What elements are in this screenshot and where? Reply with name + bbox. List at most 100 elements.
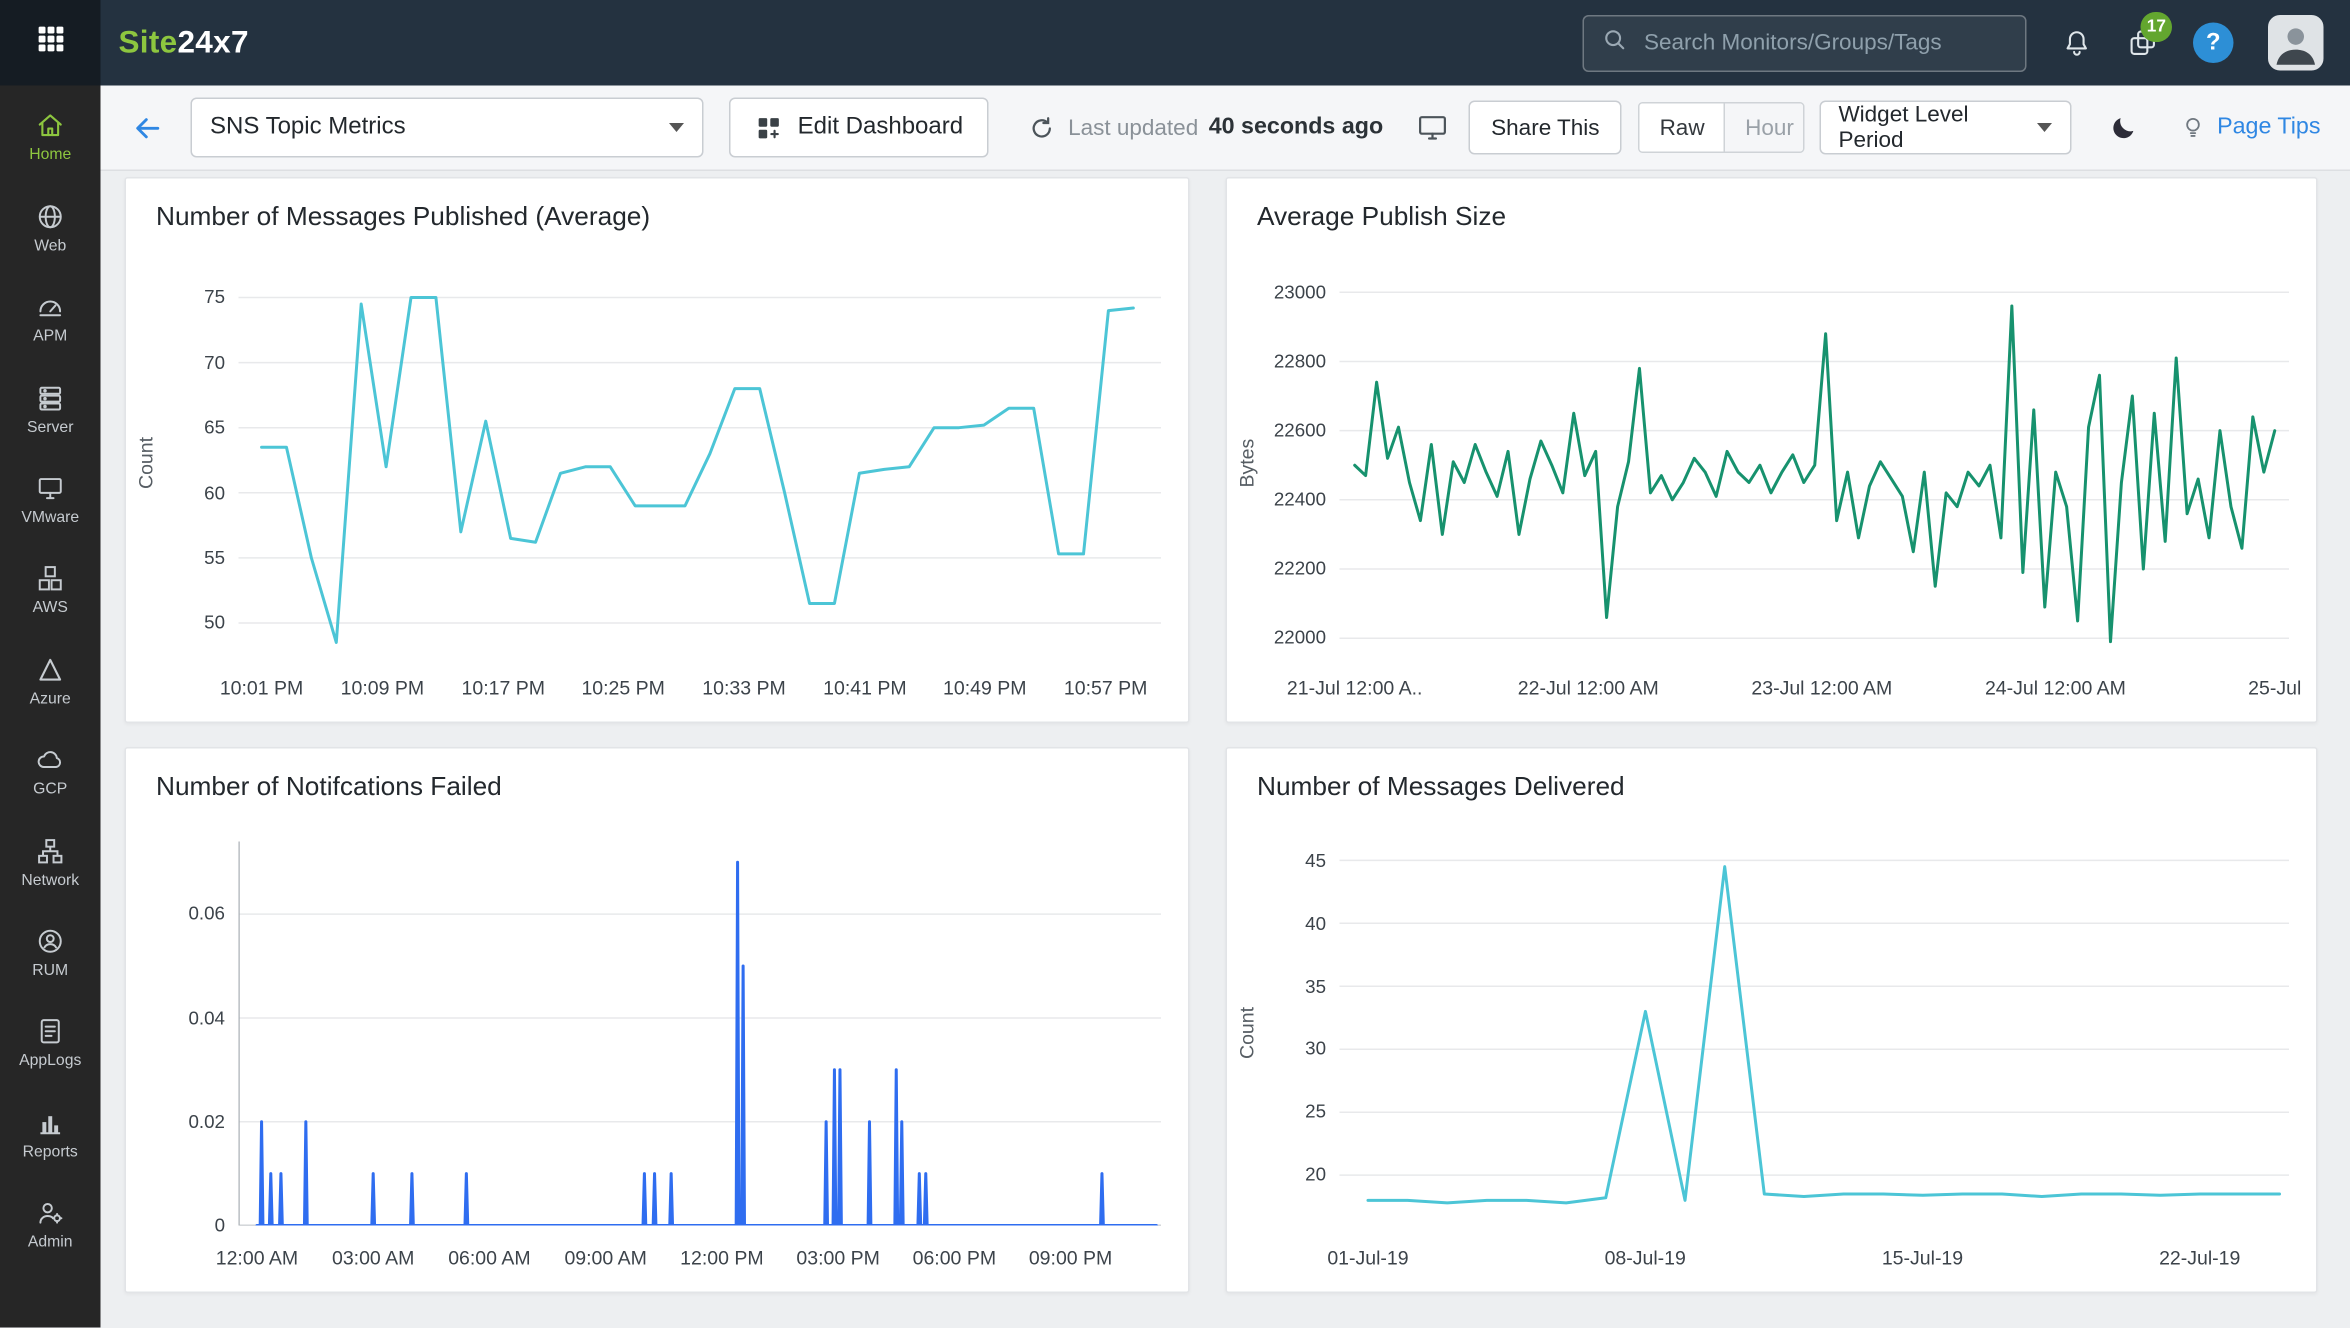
line-chart: 00.020.040.06 12:00 AM03:00 AM06:00 AM09…: [126, 818, 1188, 1292]
search-icon: [1602, 26, 1628, 59]
search-input[interactable]: [1641, 29, 2007, 58]
widget-level-period-dropdown[interactable]: Widget Level Period: [1819, 101, 2072, 155]
global-search-box[interactable]: [1583, 14, 2027, 71]
x-axis-tick-label: 10:49 PM: [943, 677, 1026, 700]
y-axis-tick-label: 0.02: [188, 1111, 225, 1132]
sidebar-item-label: Azure: [30, 691, 71, 707]
x-axis-tick-label: 12:00 PM: [680, 1247, 763, 1270]
line-chart: Bytes 220002220022400226002280023000 21-…: [1227, 248, 2316, 722]
last-updated-status: Last updated 40 seconds ago: [1068, 114, 1383, 141]
alarms-bell-button[interactable]: [2061, 27, 2093, 59]
cubes-icon: [35, 563, 67, 595]
user-avatar[interactable]: [2268, 15, 2324, 71]
sidebar-item-label: GCP: [33, 782, 67, 798]
sidebar-item-aws[interactable]: AWS: [0, 544, 101, 635]
server-stack-icon: [35, 382, 67, 414]
y-axis-tick-label: 23000: [1274, 282, 1326, 303]
dashboard-selector-value: SNS Topic Metrics: [210, 114, 406, 141]
refresh-icon: [1028, 113, 1057, 142]
refresh-button[interactable]: [1028, 113, 1057, 142]
widget-title: Number of Messages Published (Average): [126, 179, 1188, 233]
sidebar-item-admin[interactable]: Admin: [0, 1179, 101, 1270]
raw-label: Raw: [1660, 115, 1705, 141]
app-grid-button[interactable]: [0, 0, 101, 86]
sidebar-item-home[interactable]: Home: [0, 92, 101, 183]
widget-average-publish-size: Average Publish Size Bytes 2200022200224…: [1226, 177, 2318, 723]
y-axis-tick-label: 45: [1305, 850, 1326, 871]
tasks-notifications-button[interactable]: 17: [2127, 27, 2159, 59]
edit-dashboard-button[interactable]: Edit Dashboard: [729, 98, 989, 158]
share-this-button[interactable]: Share This: [1469, 101, 1622, 155]
sidebar-item-label: Server: [27, 419, 73, 435]
sidebar-item-web[interactable]: Web: [0, 182, 101, 273]
x-axis-tick-label: 01-Jul-19: [1327, 1247, 1408, 1270]
network-tree-icon: [35, 835, 67, 867]
sidebar-item-azure[interactable]: Azure: [0, 635, 101, 726]
hour-segment[interactable]: Hour: [1726, 104, 1804, 152]
x-axis-tick-label: 12:00 AM: [216, 1247, 298, 1270]
widget-title: Average Publish Size: [1227, 179, 2316, 233]
x-axis-tick-label: 23-Jul 12:00 AM: [1751, 677, 1892, 700]
sidebar-item-network[interactable]: Network: [0, 816, 101, 907]
sidebar-item-label: Reports: [23, 1144, 78, 1160]
sidebar-item-label: AWS: [33, 601, 68, 617]
widget-messages-published: Number of Messages Published (Average) C…: [125, 177, 1190, 723]
content-area: SNS Topic Metrics Edit Dashboard Last up…: [101, 86, 2350, 1328]
last-updated-value: 40 seconds ago: [1209, 114, 1383, 141]
x-axis-tick-label: 03:00 PM: [796, 1247, 879, 1270]
x-axis-tick-label: 10:41 PM: [823, 677, 906, 700]
help-button[interactable]: ?: [2193, 23, 2234, 64]
y-axis-tick-label: 50: [204, 612, 225, 633]
y-axis-tick-label: 30: [1305, 1039, 1326, 1060]
sidebar-item-label: VMware: [21, 510, 79, 526]
sidebar-item-server[interactable]: Server: [0, 363, 101, 454]
dashboard-selector-dropdown[interactable]: SNS Topic Metrics: [191, 98, 704, 158]
x-axis-tick-label: 22-Jul 12:00 AM: [1518, 677, 1659, 700]
dashboard-toolbar: SNS Topic Metrics Edit Dashboard Last up…: [101, 86, 2350, 172]
back-button[interactable]: [131, 110, 166, 145]
triangle-icon: [35, 654, 67, 686]
x-axis-tick-labels: 10:01 PM10:09 PM10:17 PM10:25 PM10:33 PM…: [239, 677, 1162, 703]
x-axis-tick-label: 24-Jul 12:00 AM: [1985, 677, 2126, 700]
y-axis-tick-labels: 505560657075: [126, 272, 225, 656]
dark-mode-toggle[interactable]: [2109, 113, 2138, 142]
sidebar-item-apm[interactable]: APM: [0, 273, 101, 364]
sidebar-item-label: RUM: [32, 963, 68, 979]
tv-mode-button[interactable]: [1416, 111, 1449, 144]
y-axis-tick-label: 0.04: [188, 1007, 225, 1028]
dashboard-widget-grid: Number of Messages Published (Average) C…: [101, 171, 2350, 1328]
app-viewport: Site24x7 17 ? Home: [0, 0, 2350, 1328]
x-axis-tick-label: 21-Jul 12:00 A..: [1287, 677, 1423, 700]
x-axis-tick-label: 08-Jul-19: [1605, 1247, 1686, 1270]
site24x7-logo[interactable]: Site24x7: [119, 25, 249, 61]
logo-site-text: Site: [119, 25, 178, 60]
x-axis-tick-label: 10:17 PM: [462, 677, 545, 700]
sidebar-item-vmware[interactable]: VMware: [0, 454, 101, 545]
sidebar-item-applogs[interactable]: AppLogs: [0, 997, 101, 1088]
page-tips-label: Page Tips: [2217, 114, 2320, 141]
raw-hour-toggle: Raw Hour: [1639, 102, 1804, 153]
y-axis-tick-labels: 220002220022400226002280023000: [1227, 272, 1326, 656]
sidebar-item-rum[interactable]: RUM: [0, 907, 101, 998]
bar-chart-icon: [35, 1107, 67, 1139]
sidebar-item-gcp[interactable]: GCP: [0, 726, 101, 817]
x-axis-tick-label: 10:09 PM: [341, 677, 424, 700]
sidebar-item-reports[interactable]: Reports: [0, 1088, 101, 1179]
x-axis-tick-label: 10:57 PM: [1064, 677, 1147, 700]
y-axis-tick-label: 40: [1305, 913, 1326, 934]
line-chart: Count 202530354045 01-Jul-1908-Jul-1915-…: [1227, 818, 2316, 1292]
sidebar-item-label: Admin: [28, 1235, 73, 1251]
page-tips-link[interactable]: Page Tips: [2180, 114, 2321, 141]
raw-segment[interactable]: Raw: [1640, 104, 1726, 152]
widget-notifications-failed: Number of Notifcations Failed 00.020.040…: [125, 747, 1190, 1293]
sidebar-item-label: AppLogs: [19, 1054, 81, 1070]
chevron-down-icon: [669, 123, 684, 132]
x-axis-tick-label: 09:00 PM: [1029, 1247, 1112, 1270]
y-axis-tick-label: 22600: [1274, 420, 1326, 441]
edit-dashboard-grid-icon: [754, 113, 783, 142]
question-mark-icon: ?: [2206, 29, 2221, 56]
x-axis-tick-label: 10:25 PM: [581, 677, 664, 700]
globe-icon: [35, 201, 67, 233]
y-axis-tick-label: 65: [204, 417, 225, 438]
line-chart: Count 505560657075 10:01 PM10:09 PM10:17…: [126, 248, 1188, 722]
